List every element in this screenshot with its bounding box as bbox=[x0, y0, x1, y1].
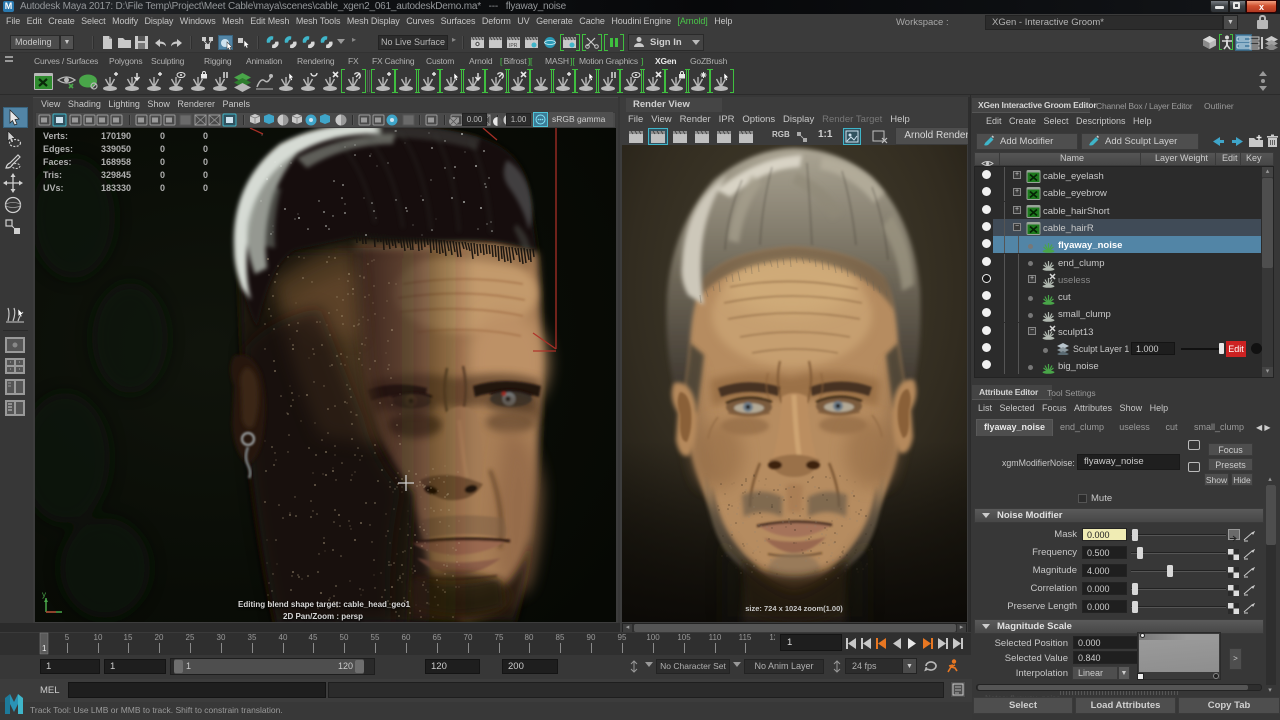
svg-text:15: 15 bbox=[124, 633, 133, 642]
svg-text:5: 5 bbox=[65, 633, 70, 642]
svg-text:55: 55 bbox=[371, 633, 380, 642]
svg-text:50: 50 bbox=[340, 633, 349, 642]
svg-text:40: 40 bbox=[279, 633, 288, 642]
svg-text:90: 90 bbox=[587, 633, 596, 642]
svg-text:70: 70 bbox=[464, 633, 473, 642]
svg-text:30: 30 bbox=[217, 633, 226, 642]
svg-text:65: 65 bbox=[433, 633, 442, 642]
svg-text:35: 35 bbox=[248, 633, 257, 642]
svg-text:IPR: IPR bbox=[509, 43, 518, 49]
svg-text:60: 60 bbox=[402, 633, 411, 642]
svg-text:110: 110 bbox=[709, 633, 722, 642]
svg-text:95: 95 bbox=[618, 633, 627, 642]
svg-text:75: 75 bbox=[495, 633, 504, 642]
svg-text:size: 724 x 1024 zoom(1.00): size: 724 x 1024 zoom(1.00) bbox=[745, 604, 843, 613]
svg-text:85: 85 bbox=[556, 633, 565, 642]
svg-text:120: 120 bbox=[769, 633, 775, 642]
svg-text:105: 105 bbox=[677, 633, 691, 642]
svg-text:y: y bbox=[42, 590, 46, 599]
svg-text:115: 115 bbox=[739, 633, 752, 642]
svg-text:10: 10 bbox=[94, 633, 103, 642]
svg-text:25: 25 bbox=[186, 633, 195, 642]
svg-text:20: 20 bbox=[155, 633, 164, 642]
svg-text:1: 1 bbox=[42, 644, 47, 653]
svg-text:100: 100 bbox=[646, 633, 660, 642]
svg-text:45: 45 bbox=[309, 633, 318, 642]
svg-text:80: 80 bbox=[525, 633, 534, 642]
